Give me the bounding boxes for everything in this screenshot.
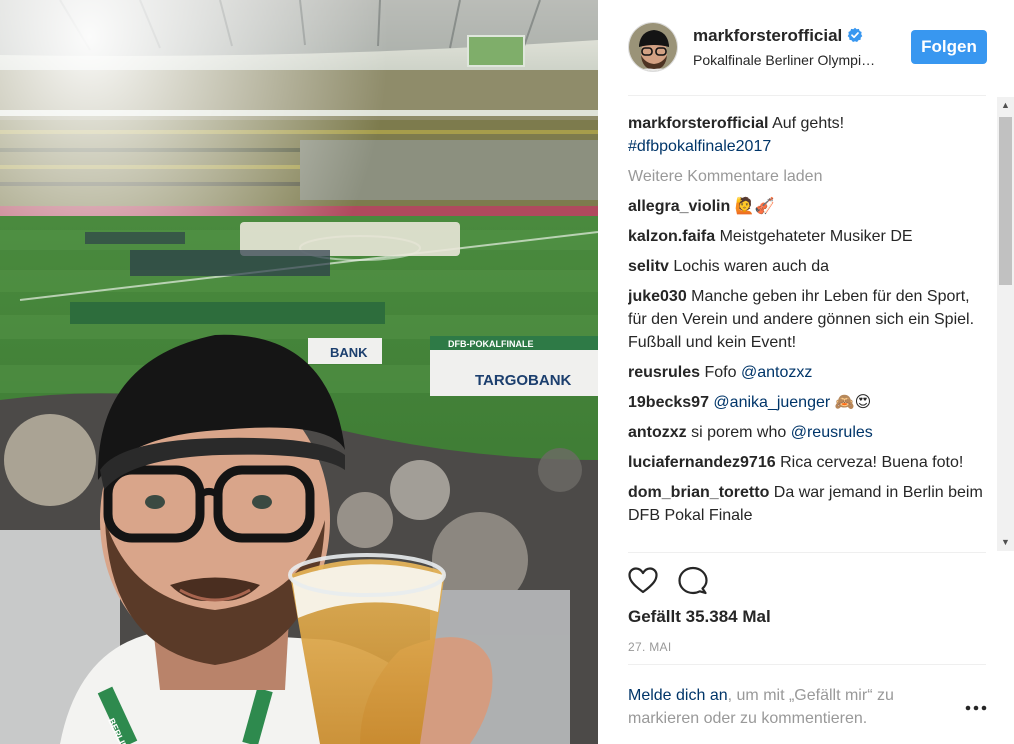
scroll-down-arrow-icon[interactable]: ▼: [997, 534, 1014, 551]
comment-item: luciafernandez9716 Rica cerveza! Buena f…: [628, 451, 992, 474]
post-header: markforsterofficial Pokalfinale Berliner…: [628, 22, 987, 74]
follow-button[interactable]: Folgen: [911, 30, 987, 64]
comments-scrollbar[interactable]: ▲ ▼: [997, 97, 1014, 551]
comment-username[interactable]: 19becks97: [628, 394, 709, 411]
comment-username[interactable]: juke030: [628, 288, 687, 305]
comment-mention[interactable]: @anika_juenger: [713, 394, 830, 411]
post-photo[interactable]: DFB-POKALFINALE TARGOBANK BANK BERLIN: [0, 0, 598, 744]
comment-emoji-text: 🙈😍: [834, 394, 872, 411]
header-divider: [628, 95, 986, 96]
actions-divider: [628, 664, 986, 665]
likes-count[interactable]: Gefällt 35.384 Mal: [628, 607, 771, 627]
comment-item: antozxz si porem who @reusrules: [628, 421, 992, 444]
avatar[interactable]: [628, 22, 678, 72]
username-text[interactable]: markforsterofficial: [693, 26, 842, 45]
comments-list: markforsterofficial Auf gehts! #dfbpokal…: [628, 112, 992, 552]
comment-text: Fofo: [704, 364, 737, 381]
comment-username[interactable]: antozxz: [628, 424, 687, 441]
comment-text: Rica cerveza! Buena foto!: [780, 454, 964, 471]
comment-item: dom_brian_toretto Da war jemand in Berli…: [628, 481, 992, 527]
comment-username[interactable]: luciafernandez9716: [628, 454, 776, 471]
login-prompt: Melde dich an, um mit „Gefällt mir“ zu m…: [628, 684, 948, 730]
comment-username[interactable]: reusrules: [628, 364, 700, 381]
comment-text: 🙋🎻: [734, 198, 775, 215]
avatar-image: [629, 23, 677, 71]
heart-icon[interactable]: [628, 566, 658, 596]
comment-text: Lochis waren auch da: [673, 258, 830, 275]
comment-text: Meistgehateter Musiker DE: [719, 228, 913, 245]
post-date[interactable]: 27. MAI: [628, 640, 671, 654]
comment-username[interactable]: kalzon.faifa: [628, 228, 715, 245]
comment-item: reusrules Fofo @antozxz: [628, 361, 992, 384]
comment-text: si porem who: [691, 424, 787, 441]
banner-targobank-text: TARGOBANK: [475, 372, 572, 389]
comments-divider: [628, 552, 986, 553]
caption-hashtag[interactable]: #dfbpokalfinale2017: [628, 138, 771, 155]
comment-username[interactable]: dom_brian_toretto: [628, 484, 769, 501]
comment-mention[interactable]: @antozxz: [741, 364, 812, 381]
more-dots-icon[interactable]: [964, 702, 988, 714]
login-link[interactable]: Melde dich an: [628, 687, 728, 704]
comment-item: allegra_violin 🙋🎻: [628, 195, 992, 218]
verified-badge-icon: [847, 27, 863, 42]
banner-dfb-text: DFB-POKALFINALE: [448, 339, 534, 349]
caption-text: Auf gehts!: [772, 115, 845, 132]
comment-item: kalzon.faifa Meistgehateter Musiker DE: [628, 225, 992, 248]
post-details-panel: markforsterofficial Pokalfinale Berliner…: [598, 0, 1014, 744]
comment-mention[interactable]: @reusrules: [791, 424, 873, 441]
post-location[interactable]: Pokalfinale Berliner Olympi…: [693, 52, 893, 68]
comment-username[interactable]: allegra_violin: [628, 198, 730, 215]
comment-item: selitv Lochis waren auch da: [628, 255, 992, 278]
scrollbar-thumb[interactable]: [999, 117, 1012, 285]
banner-bank-text: BANK: [330, 345, 368, 360]
caption: markforsterofficial Auf gehts! #dfbpokal…: [628, 112, 992, 158]
post-username[interactable]: markforsterofficial: [693, 26, 863, 46]
comment-item: juke030 Manche geben ihr Leben für den S…: [628, 285, 992, 354]
scroll-up-arrow-icon[interactable]: ▲: [997, 97, 1014, 114]
post-actions: [628, 566, 748, 596]
stadium-selfie-image: DFB-POKALFINALE TARGOBANK BANK BERLIN: [0, 0, 598, 744]
comment-item: 19becks97 @anika_juenger 🙈😍: [628, 391, 992, 414]
comment-bubble-icon[interactable]: [678, 566, 708, 596]
load-more-comments[interactable]: Weitere Kommentare laden: [628, 165, 992, 188]
caption-username[interactable]: markforsterofficial: [628, 115, 769, 132]
comment-username[interactable]: selitv: [628, 258, 669, 275]
